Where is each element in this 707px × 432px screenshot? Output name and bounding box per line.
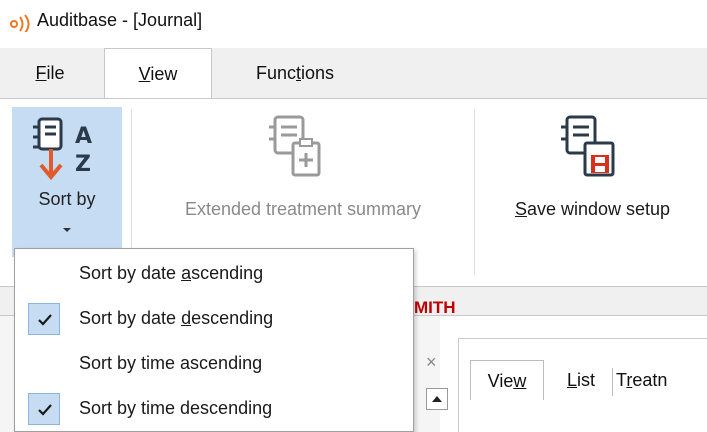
save-layout-icon (561, 115, 615, 177)
subtab-treatment[interactable]: Treatn (616, 360, 707, 400)
title-bar: Auditbase - [Journal] (0, 0, 707, 44)
tab-functions[interactable]: Functions (230, 48, 360, 98)
save-window-setup-label: Save window setup (514, 199, 671, 219)
checkmark-icon (28, 303, 60, 335)
triangle-up-icon (432, 396, 442, 402)
scroll-up-button[interactable] (426, 388, 448, 410)
subtab-view[interactable]: View (470, 360, 544, 400)
sort-by-dropdown: Sort by date ascending Sort by date desc… (14, 248, 414, 432)
menu-item-label: Sort by date descending (79, 308, 274, 328)
subtab-separator (612, 368, 613, 396)
menu-item-label: Sort by time ascending (79, 353, 263, 373)
sort-by-button[interactable]: A Z Sort by (12, 107, 122, 257)
subtab-list[interactable]: List (552, 360, 610, 400)
menu-tab-row: File View Functions (0, 48, 707, 98)
chevron-down-icon (63, 228, 71, 232)
extended-treatment-summary-label: Extended treatment summary (184, 199, 422, 219)
save-window-setup-button[interactable]: Save window setup (480, 107, 705, 237)
tab-file[interactable]: File (20, 48, 80, 98)
extended-treatment-summary-button[interactable]: Extended treatment summary (138, 107, 468, 237)
checkmark-icon (28, 393, 60, 425)
tab-view[interactable]: View (104, 48, 212, 98)
clipboard-add-icon (269, 115, 321, 177)
svg-text:A: A (75, 124, 92, 149)
window-title: Auditbase - [Journal] (37, 10, 203, 30)
patient-name: MITH (414, 298, 456, 317)
menu-item-label: Sort by time descending (79, 398, 273, 418)
menu-item-sort-date-descending[interactable]: Sort by date descending (15, 297, 413, 341)
svg-text:Z: Z (75, 152, 91, 177)
ribbon-separator (474, 109, 475, 275)
sort-az-icon: A Z (33, 117, 92, 181)
menu-item-sort-time-descending[interactable]: Sort by time descending (15, 387, 413, 431)
menu-item-sort-time-ascending[interactable]: Sort by time ascending (15, 342, 413, 386)
menu-item-label: Sort by date ascending (79, 263, 264, 283)
app-logo-icon (10, 14, 30, 32)
sort-by-label: Sort by (38, 189, 96, 209)
close-icon[interactable]: × (426, 352, 437, 373)
menu-item-sort-date-ascending[interactable]: Sort by date ascending (15, 252, 413, 296)
